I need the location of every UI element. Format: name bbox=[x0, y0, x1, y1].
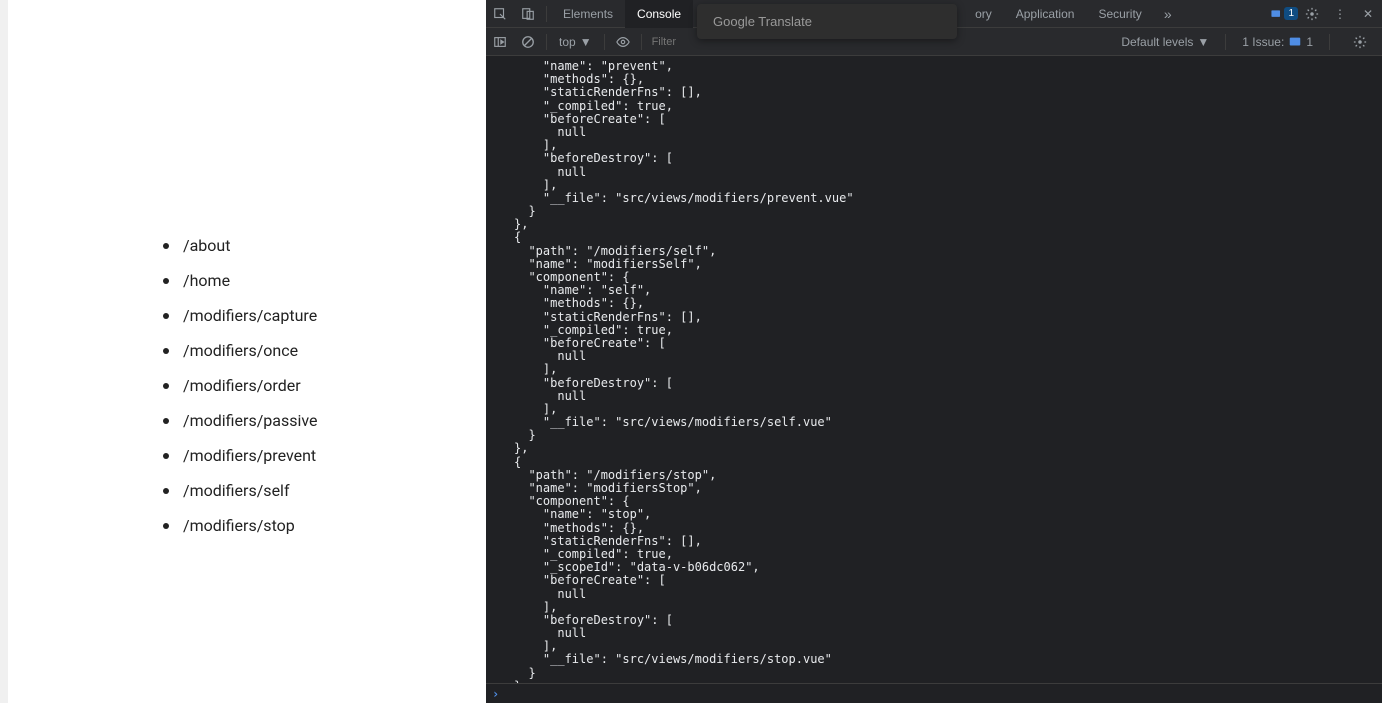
separator bbox=[604, 34, 605, 50]
more-tabs-icon[interactable]: » bbox=[1154, 0, 1182, 28]
route-link[interactable]: /home bbox=[163, 271, 318, 290]
issues-label: 1 Issue: bbox=[1242, 35, 1284, 49]
close-icon[interactable]: ✕ bbox=[1354, 0, 1382, 28]
page-content: /about /home /modifiers/capture /modifie… bbox=[0, 0, 486, 703]
separator bbox=[641, 34, 642, 50]
sidebar-toggle-icon[interactable] bbox=[486, 28, 514, 56]
google-translate-tooltip: Google Translate bbox=[697, 4, 957, 39]
issues-icon[interactable]: 1 bbox=[1270, 0, 1298, 28]
clear-console-icon[interactable] bbox=[514, 28, 542, 56]
chevron-down-icon: ▼ bbox=[1197, 35, 1209, 49]
route-link[interactable]: /modifiers/capture bbox=[163, 306, 318, 325]
context-label: top bbox=[559, 35, 576, 49]
tab-memory-partial[interactable]: ory bbox=[963, 0, 1004, 28]
eye-icon[interactable] bbox=[609, 28, 637, 56]
prompt-arrow-icon: › bbox=[492, 687, 499, 701]
console-settings-icon[interactable] bbox=[1346, 28, 1374, 56]
tab-application[interactable]: Application bbox=[1004, 0, 1087, 28]
tab-console[interactable]: Console bbox=[625, 0, 693, 28]
issues-summary[interactable]: 1 Issue: 1 bbox=[1242, 35, 1313, 49]
console-output[interactable]: "name": "prevent", "methods": {}, "stati… bbox=[486, 56, 1382, 683]
separator bbox=[1225, 34, 1226, 50]
tab-security[interactable]: Security bbox=[1086, 0, 1153, 28]
inspect-icon[interactable] bbox=[486, 0, 514, 28]
chevron-down-icon: ▼ bbox=[580, 35, 592, 49]
route-link[interactable]: /modifiers/once bbox=[163, 341, 318, 360]
route-link[interactable]: /about bbox=[163, 236, 318, 255]
levels-label: Default levels bbox=[1121, 35, 1193, 49]
issues-count-badge: 1 bbox=[1284, 7, 1298, 20]
settings-icon[interactable] bbox=[1298, 0, 1326, 28]
route-link[interactable]: /modifiers/prevent bbox=[163, 446, 318, 465]
route-list: /about /home /modifiers/capture /modifie… bbox=[163, 236, 318, 551]
route-link[interactable]: /modifiers/self bbox=[163, 481, 318, 500]
separator bbox=[1329, 34, 1330, 50]
issues-count: 1 bbox=[1306, 35, 1313, 49]
tab-elements[interactable]: Elements bbox=[551, 0, 625, 28]
devtools-panel: Elements Console ory Application Securit… bbox=[486, 0, 1382, 703]
log-levels-selector[interactable]: Default levels ▼ bbox=[1121, 35, 1209, 49]
kebab-menu-icon[interactable]: ⋮ bbox=[1326, 0, 1354, 28]
route-link[interactable]: /modifiers/order bbox=[163, 376, 318, 395]
device-toggle-icon[interactable] bbox=[514, 0, 542, 28]
route-link[interactable]: /modifiers/stop bbox=[163, 516, 318, 535]
separator bbox=[546, 6, 547, 22]
console-prompt[interactable]: › bbox=[486, 683, 1382, 703]
context-selector[interactable]: top ▼ bbox=[551, 35, 600, 49]
separator bbox=[546, 34, 547, 50]
route-link[interactable]: /modifiers/passive bbox=[163, 411, 318, 430]
